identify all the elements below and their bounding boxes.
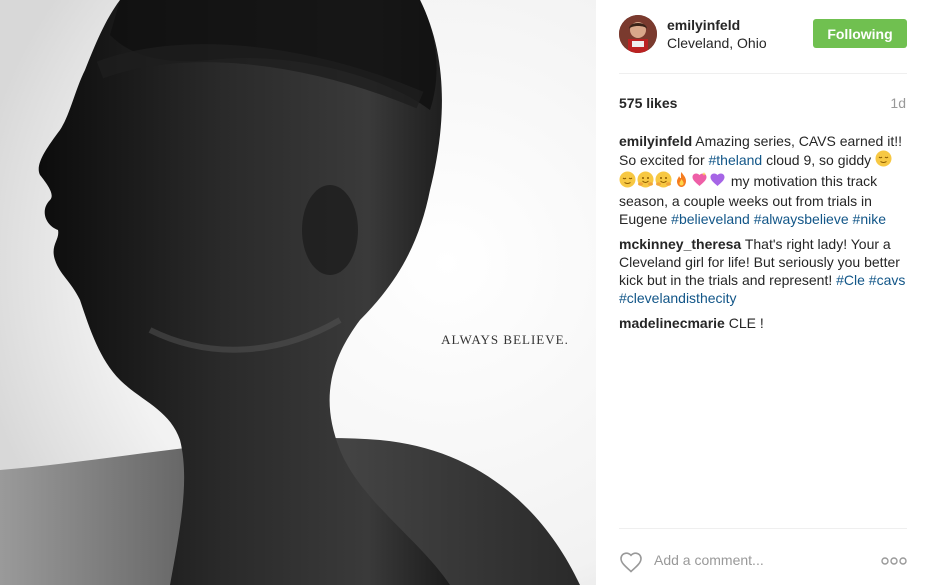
purple-heart-icon <box>709 171 726 192</box>
hashtag-link[interactable]: #alwaysbelieve <box>754 211 849 227</box>
hashtag-link[interactable]: #theland <box>709 152 763 168</box>
relieved-face-icon <box>875 150 892 171</box>
comment-item: emilyinfeld Amazing series, CAVS earned … <box>619 132 907 228</box>
sparkling-heart-icon <box>691 171 708 192</box>
photo-illustration: ALWAYS BELIEVE. <box>0 0 596 585</box>
comment-list: emilyinfeld Amazing series, CAVS earned … <box>619 132 907 339</box>
heart-outline-icon[interactable] <box>619 551 643 578</box>
avatar-image <box>619 15 657 53</box>
comment-username[interactable]: mckinney_theresa <box>619 236 741 252</box>
hugging-face-icon <box>637 171 654 192</box>
comment-item: madelinecmarie CLE ! <box>619 314 907 332</box>
hashtag-link[interactable]: #believeland <box>671 211 750 227</box>
avatar[interactable] <box>619 15 657 53</box>
post-header: emilyinfeld Cleveland, Ohio Following <box>619 15 907 55</box>
post-location[interactable]: Cleveland, Ohio <box>667 35 767 51</box>
post-details-panel: emilyinfeld Cleveland, Ohio Following 57… <box>596 0 925 585</box>
hashtag-link[interactable]: #cavs <box>869 272 906 288</box>
post-photo[interactable]: ALWAYS BELIEVE. <box>0 0 596 585</box>
comment-username[interactable]: emilyinfeld <box>619 133 692 149</box>
likes-count[interactable]: 575 likes <box>619 95 677 111</box>
fire-icon <box>673 171 690 192</box>
post-viewer: ALWAYS BELIEVE. emilyinfeld Cleveland, O… <box>0 0 925 585</box>
hugging-face-icon <box>655 171 672 192</box>
comments-divider <box>619 528 907 529</box>
hashtag-link[interactable]: #Cle <box>836 272 865 288</box>
following-button[interactable]: Following <box>813 19 907 48</box>
header-divider <box>619 73 907 74</box>
add-comment-input[interactable] <box>654 552 854 568</box>
hashtag-link[interactable]: #nike <box>853 211 886 227</box>
photo-overlay-text: ALWAYS BELIEVE. <box>441 332 569 347</box>
comment-text: CLE ! <box>728 315 764 331</box>
relieved-face-icon <box>619 171 636 192</box>
post-username[interactable]: emilyinfeld <box>667 17 740 33</box>
hashtag-link[interactable]: #clevelandisthecity <box>619 290 737 306</box>
comment-text: cloud 9, so giddy <box>762 152 876 168</box>
comment-username[interactable]: madelinecmarie <box>619 315 725 331</box>
more-options-icon[interactable] <box>881 553 907 571</box>
post-timestamp[interactable]: 1d <box>890 95 906 111</box>
add-comment-bar <box>619 545 907 577</box>
comment-item: mckinney_theresa That's right lady! Your… <box>619 235 907 307</box>
